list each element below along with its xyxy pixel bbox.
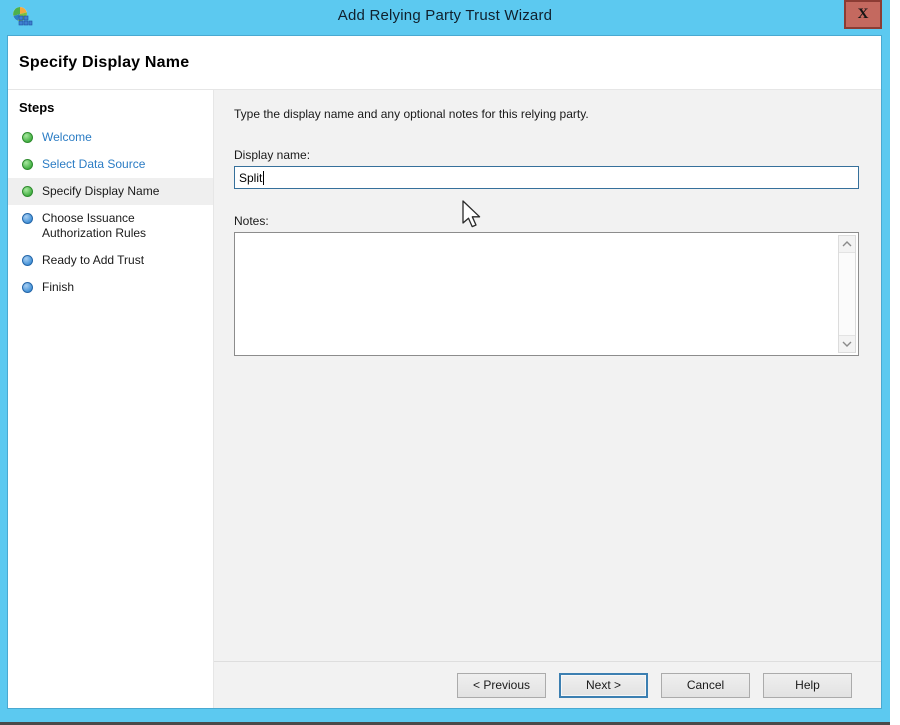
step-label: Select Data Source bbox=[42, 157, 145, 172]
step-complete-icon bbox=[22, 132, 33, 143]
step-complete-icon bbox=[22, 186, 33, 197]
step-label: Finish bbox=[42, 280, 74, 295]
sidebar-item-finish[interactable]: Finish bbox=[8, 274, 213, 301]
page-title: Specify Display Name bbox=[19, 54, 189, 72]
step-label: Welcome bbox=[42, 130, 92, 145]
wizard-frame: Specify Display Name Steps Welcome Selec… bbox=[7, 35, 882, 709]
steps-sidebar: Steps Welcome Select Data Source Specify… bbox=[8, 90, 214, 708]
wizard-window: Add Relying Party Trust Wizard X Specify… bbox=[0, 0, 890, 725]
cancel-button[interactable]: Cancel bbox=[661, 673, 750, 698]
step-pending-icon bbox=[22, 255, 33, 266]
step-pending-icon bbox=[22, 282, 33, 293]
wizard-button-bar: < Previous Next > Cancel Help bbox=[214, 661, 881, 708]
notes-label: Notes: bbox=[234, 214, 859, 228]
page-header: Specify Display Name bbox=[8, 36, 881, 90]
instruction-text: Type the display name and any optional n… bbox=[234, 107, 859, 121]
sidebar-item-welcome[interactable]: Welcome bbox=[8, 124, 213, 151]
step-label: Specify Display Name bbox=[42, 184, 159, 199]
chevron-down-icon[interactable] bbox=[839, 335, 855, 352]
step-complete-icon bbox=[22, 159, 33, 170]
text-caret bbox=[263, 171, 264, 185]
sidebar-item-ready-to-add-trust[interactable]: Ready to Add Trust bbox=[8, 247, 213, 274]
sidebar-item-select-data-source[interactable]: Select Data Source bbox=[8, 151, 213, 178]
notes-scrollbar[interactable] bbox=[838, 235, 856, 353]
sidebar-item-specify-display-name[interactable]: Specify Display Name bbox=[8, 178, 213, 205]
steps-heading: Steps bbox=[8, 97, 213, 124]
help-button[interactable]: Help bbox=[763, 673, 852, 698]
previous-button[interactable]: < Previous bbox=[457, 673, 546, 698]
content-row: Steps Welcome Select Data Source Specify… bbox=[8, 90, 881, 708]
sidebar-item-choose-issuance-authorization-rules[interactable]: Choose Issuance Authorization Rules bbox=[8, 205, 213, 247]
display-name-label: Display name: bbox=[234, 148, 859, 162]
next-button[interactable]: Next > bbox=[559, 673, 648, 698]
step-pending-icon bbox=[22, 213, 33, 224]
main-panel: Type the display name and any optional n… bbox=[214, 90, 881, 661]
step-label: Ready to Add Trust bbox=[42, 253, 144, 268]
close-button[interactable]: X bbox=[844, 0, 882, 29]
title-bar[interactable]: Add Relying Party Trust Wizard X bbox=[0, 0, 890, 35]
display-name-value: Split bbox=[239, 171, 262, 185]
chevron-up-icon[interactable] bbox=[839, 236, 855, 253]
close-icon: X bbox=[858, 6, 869, 23]
window-title: Add Relying Party Trust Wizard bbox=[0, 7, 890, 24]
display-name-input[interactable]: Split bbox=[234, 166, 859, 189]
main-column: Type the display name and any optional n… bbox=[214, 90, 881, 708]
desktop: { "window": { "title": "Add Relying Part… bbox=[0, 0, 900, 725]
notes-textarea[interactable] bbox=[234, 232, 859, 356]
step-label: Choose Issuance Authorization Rules bbox=[42, 211, 167, 241]
